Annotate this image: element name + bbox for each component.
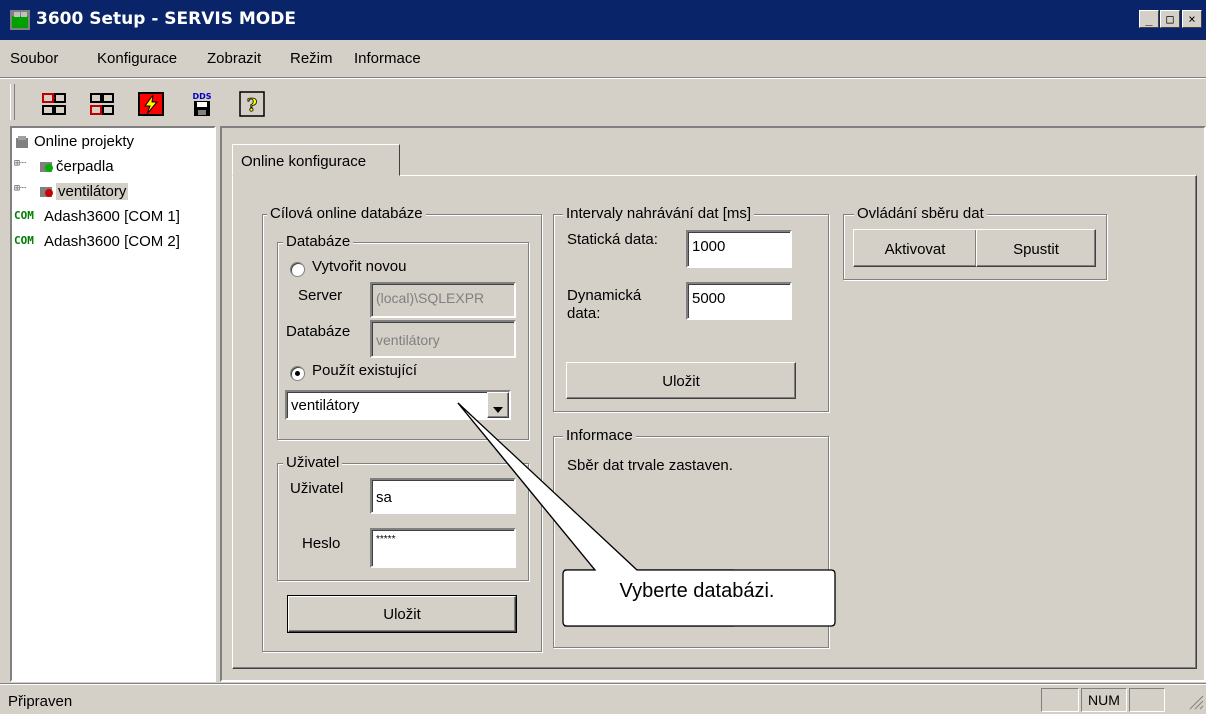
- fan-icon: [38, 183, 54, 199]
- menu-separator: [0, 77, 1206, 79]
- window-title: 3600 Setup - SERVIS MODE: [36, 9, 296, 29]
- db-name-label: Databáze: [286, 323, 351, 340]
- menu-soubor[interactable]: Soubor: [10, 50, 58, 67]
- resize-grip-icon[interactable]: [1186, 692, 1204, 710]
- menu-rezim[interactable]: Režim: [290, 50, 333, 67]
- create-new-radio[interactable]: [290, 262, 305, 277]
- status-separator: [0, 683, 1206, 685]
- dds-save-icon[interactable]: DDS: [188, 90, 216, 118]
- tab-online-konfigurace[interactable]: Online konfigurace: [232, 144, 400, 176]
- user-label: Uživatel: [290, 480, 344, 497]
- expand-icon[interactable]: ⊞┈: [14, 183, 26, 194]
- start-button[interactable]: Spustit: [976, 229, 1096, 267]
- tree-item-ventilatory[interactable]: ventilátory: [56, 183, 129, 200]
- tree-item-com1[interactable]: Adash3600 [COM 1]: [44, 208, 180, 225]
- control-label: Ovládání sběru dat: [854, 205, 987, 222]
- database-group-label: Databáze: [283, 233, 354, 250]
- dynamic-label-line2: data:: [567, 305, 601, 322]
- status-pane-caps: [1041, 688, 1079, 712]
- connect-icon[interactable]: [40, 90, 68, 118]
- status-pane-scroll: [1129, 688, 1165, 712]
- menu-konfigurace[interactable]: Konfigurace: [97, 50, 177, 67]
- user-group-label: Uživatel: [283, 454, 343, 471]
- com-icon: COM: [14, 234, 34, 247]
- create-new-label: Vytvořit novou: [312, 258, 407, 275]
- save-intervals-button[interactable]: Uložit: [566, 362, 796, 399]
- pump-icon: [38, 158, 54, 174]
- callout-text: Vyberte databázi.: [619, 580, 775, 602]
- intervals-label: Intervaly nahrávání dat [ms]: [563, 205, 755, 222]
- projects-icon: [14, 134, 30, 150]
- dds-label: DDS: [192, 92, 211, 101]
- server-label: Server: [298, 287, 343, 304]
- refresh-icon[interactable]: [88, 90, 116, 118]
- help-icon[interactable]: ?: [238, 90, 266, 118]
- menu-informace[interactable]: Informace: [354, 50, 421, 67]
- status-text: Připraven: [8, 693, 73, 710]
- static-field[interactable]: 1000: [686, 230, 792, 268]
- target-db-label: Cílová online databáze: [267, 205, 426, 222]
- menu-zobrazit[interactable]: Zobrazit: [207, 50, 261, 67]
- tree-item-cerpadla[interactable]: čerpadla: [56, 158, 114, 175]
- tree-item-com2[interactable]: Adash3600 [COM 2]: [44, 233, 180, 250]
- server-field: (local)\SQLEXPR: [370, 282, 516, 318]
- com-icon: COM: [14, 209, 34, 222]
- svg-text:?: ?: [247, 95, 258, 116]
- password-label: Heslo: [302, 535, 341, 552]
- db-name-field: ventilátory: [370, 320, 516, 358]
- database-select-value: ventilátory: [291, 397, 360, 414]
- maximize-button[interactable]: □: [1160, 10, 1180, 28]
- use-existing-radio[interactable]: [290, 366, 305, 381]
- use-existing-label: Použít existující: [312, 362, 418, 379]
- status-pane-num: NUM: [1081, 688, 1127, 712]
- title-bar: 3600 Setup - SERVIS MODE _ □ ×: [0, 0, 1206, 40]
- dynamic-label-line1: Dynamická: [567, 287, 642, 304]
- minimize-button[interactable]: _: [1139, 10, 1159, 28]
- flash-icon[interactable]: [137, 90, 165, 118]
- activate-button[interactable]: Aktivovat: [853, 229, 977, 267]
- dynamic-field[interactable]: 5000: [686, 282, 792, 320]
- close-button[interactable]: ×: [1182, 10, 1202, 28]
- expand-icon[interactable]: ⊞┈: [14, 158, 26, 169]
- tree-root[interactable]: Online projekty: [34, 133, 134, 150]
- toolbar-grip[interactable]: [10, 84, 15, 120]
- app-icon: [10, 10, 30, 30]
- static-label: Statická data:: [567, 231, 658, 248]
- project-tree[interactable]: Online projekty ⊞┈ čerpadla ⊞┈ ventiláto…: [10, 126, 216, 682]
